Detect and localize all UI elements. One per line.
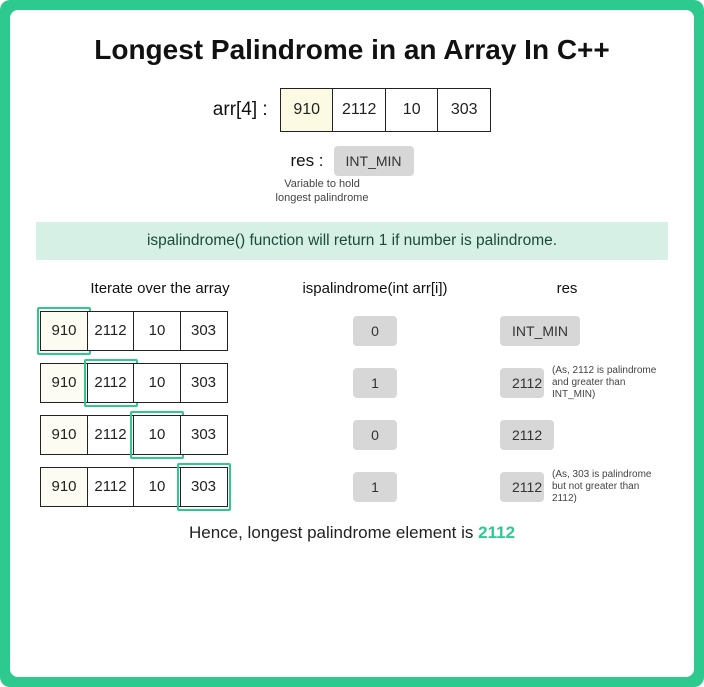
variable-note-line2: longest palindrome	[276, 192, 369, 204]
header-res: res	[470, 280, 664, 297]
header-ispalindrome: ispalindrome(int arr[i])	[280, 280, 470, 297]
ispalindrome-value: 0	[353, 316, 397, 346]
res-note: (As, 2112 is palindrome and greater than…	[552, 365, 664, 401]
res-label: res :	[290, 151, 323, 171]
ispalindrome-value: 0	[353, 420, 397, 450]
iteration-row: 91021121030302112	[40, 415, 664, 455]
iteration-cell: 910	[40, 415, 88, 455]
ispalindrome-col: 0	[280, 420, 470, 450]
iteration-rows: 9102112103030INT_MIN91021121030312112(As…	[40, 311, 664, 507]
variable-note-line1: Variable to hold	[284, 178, 360, 190]
iteration-cells: 910211210303	[40, 467, 228, 507]
array-cell: 303	[437, 88, 491, 132]
function-description-banner: ispalindrome() function will return 1 if…	[36, 222, 668, 260]
ispalindrome-value: 1	[353, 368, 397, 398]
iteration-cells-wrap: 910211210303	[40, 363, 280, 403]
res-value: INT_MIN	[500, 316, 580, 346]
iteration-cell: 10	[133, 311, 181, 351]
iteration-cells: 910211210303	[40, 415, 228, 455]
iteration-cells-wrap: 910211210303	[40, 467, 280, 507]
res-initial-value: INT_MIN	[334, 146, 414, 176]
ispalindrome-col: 0	[280, 316, 470, 346]
conclusion-answer: 2112	[478, 523, 515, 542]
iteration-cell: 303	[180, 415, 228, 455]
array-cell: 10	[385, 88, 439, 132]
iteration-cell: 2112	[87, 415, 135, 455]
iteration-row: 91021121030312112(As, 2112 is palindrome…	[40, 363, 664, 403]
iteration-cell: 303	[180, 467, 228, 507]
iteration-cells-wrap: 910211210303	[40, 415, 280, 455]
iteration-cell: 910	[40, 467, 88, 507]
res-col: INT_MIN	[470, 316, 664, 346]
res-value: 2112	[500, 420, 554, 450]
header-iterate: Iterate over the array	[40, 280, 280, 297]
res-note: (As, 303 is palindrome but not greater t…	[552, 469, 664, 505]
iteration-cells-wrap: 910211210303	[40, 311, 280, 351]
outer-frame: Longest Palindrome in an Array In C++ ar…	[0, 0, 704, 687]
iteration-cell: 10	[133, 415, 181, 455]
res-value: 2112	[500, 472, 544, 502]
array-definition-row: arr[4] : 910211210303	[40, 88, 664, 132]
page-title: Longest Palindrome in an Array In C++	[40, 34, 664, 66]
iteration-cell: 303	[180, 311, 228, 351]
array-cell: 910	[280, 88, 334, 132]
array-cell: 2112	[332, 88, 386, 132]
iteration-cell: 2112	[87, 311, 135, 351]
conclusion-prefix: Hence, longest palindrome element is	[189, 523, 478, 542]
iteration-cell: 910	[40, 311, 88, 351]
res-col: 2112 (As, 2112 is palindrome and greater …	[470, 365, 664, 401]
iteration-cell: 2112	[87, 363, 135, 403]
iteration-row: 910211210303 0 INT_MIN	[40, 311, 664, 351]
variable-note: Variable to hold longest palindrome	[0, 178, 664, 206]
ispalindrome-col: 1	[280, 472, 470, 502]
iteration-cell: 2112	[87, 467, 135, 507]
iteration-cell: 303	[180, 363, 228, 403]
iteration-row: 91021121030312112(As, 303 is palindrome …	[40, 467, 664, 507]
ispalindrome-value: 1	[353, 472, 397, 502]
iteration-cells: 910211210303	[40, 363, 228, 403]
res-col: 2112 (As, 303 is palindrome but not great…	[470, 469, 664, 505]
table-headers: Iterate over the array ispalindrome(int …	[40, 280, 664, 297]
array-cells: 910211210303	[280, 88, 492, 132]
iteration-cell: 10	[133, 467, 181, 507]
res-initial-row: res : INT_MIN	[40, 146, 664, 176]
res-value: 2112	[500, 368, 544, 398]
array-label: arr[4] :	[213, 99, 268, 121]
ispalindrome-col: 1	[280, 368, 470, 398]
iteration-cell: 910	[40, 363, 88, 403]
iteration-cell: 10	[133, 363, 181, 403]
res-col: 2112	[470, 420, 664, 450]
iteration-cells: 910211210303	[40, 311, 228, 351]
conclusion: Hence, longest palindrome element is 211…	[40, 523, 664, 543]
diagram-card: Longest Palindrome in an Array In C++ ar…	[10, 10, 694, 677]
